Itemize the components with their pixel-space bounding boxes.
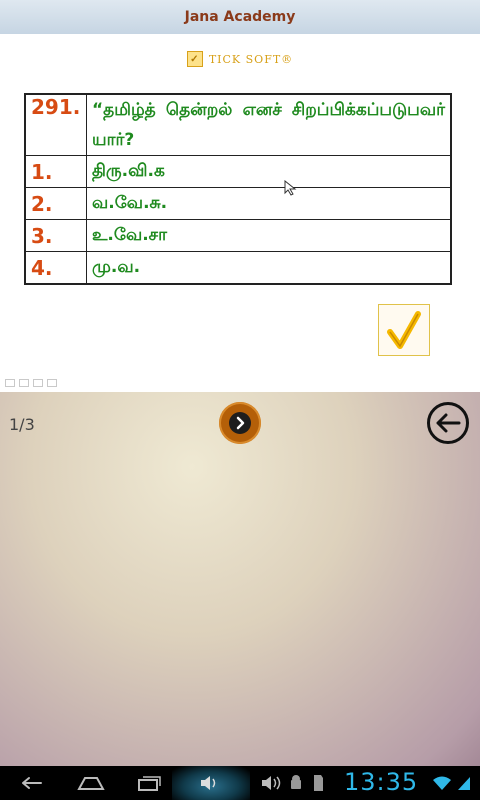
option-number: 3. (24, 219, 87, 252)
option-number: 1. (24, 155, 87, 188)
page-indicator: 1/3 (9, 415, 35, 434)
redo-icon[interactable] (47, 379, 57, 387)
next-question-button[interactable] (219, 402, 261, 444)
option-row[interactable]: 1. திரு.வி.க (24, 155, 452, 188)
pen-icon[interactable] (19, 379, 29, 387)
question-text: “தமிழ்த் தென்றல் எனச் சிறப்பிக்கப்படுபவர… (86, 93, 452, 156)
android-debug-icon (288, 772, 304, 794)
brand-header: ✓ TICK SOFT® (0, 44, 480, 74)
edit-toolbar (5, 379, 57, 387)
sd-card-icon (310, 772, 326, 794)
volume-down-icon[interactable] (196, 772, 224, 794)
tick-icon (387, 311, 421, 349)
signal-icon (456, 772, 472, 794)
clock: 13:35 (344, 768, 419, 796)
question-row: 291. “தமிழ்த் தென்றல் எனச் சிறப்பிக்கப்ப… (24, 93, 452, 156)
chevron-right-icon (229, 412, 251, 434)
nav-home-icon[interactable] (76, 772, 106, 794)
nav-back-icon[interactable] (16, 772, 46, 794)
app-title: Jana Academy (184, 9, 296, 25)
option-row[interactable]: 4. மு.வ. (24, 251, 452, 285)
answer-check-button[interactable] (378, 304, 430, 356)
wifi-icon (432, 772, 452, 794)
option-number: 2. (24, 187, 87, 220)
option-text[interactable]: உ.வே.சா (86, 219, 452, 252)
mouse-cursor-icon (284, 180, 297, 196)
eraser-icon[interactable] (33, 379, 43, 387)
option-row[interactable]: 3. உ.வே.சா (24, 219, 452, 252)
app-title-bar: Jana Academy (0, 0, 480, 34)
arrow-left-icon (436, 413, 461, 433)
back-button[interactable] (427, 402, 469, 444)
tick-logo-icon: ✓ (186, 51, 203, 67)
question-number: 291. (24, 93, 87, 156)
option-text[interactable]: வ.வே.சு. (86, 187, 452, 220)
volume-up-icon[interactable] (258, 772, 286, 794)
brand-name: TICK SOFT® (208, 52, 294, 66)
undo-icon[interactable] (5, 379, 15, 387)
option-text[interactable]: திரு.வி.க (86, 155, 452, 188)
nav-recents-icon[interactable] (134, 772, 164, 794)
option-number: 4. (24, 251, 87, 285)
content-background (0, 392, 480, 766)
option-row[interactable]: 2. வ.வே.சு. (24, 187, 452, 220)
system-navigation-bar: 13:35 (0, 766, 480, 800)
question-table: 291. “தமிழ்த் தென்றல் எனச் சிறப்பிக்கப்ப… (24, 93, 452, 285)
option-text[interactable]: மு.வ. (86, 251, 452, 285)
